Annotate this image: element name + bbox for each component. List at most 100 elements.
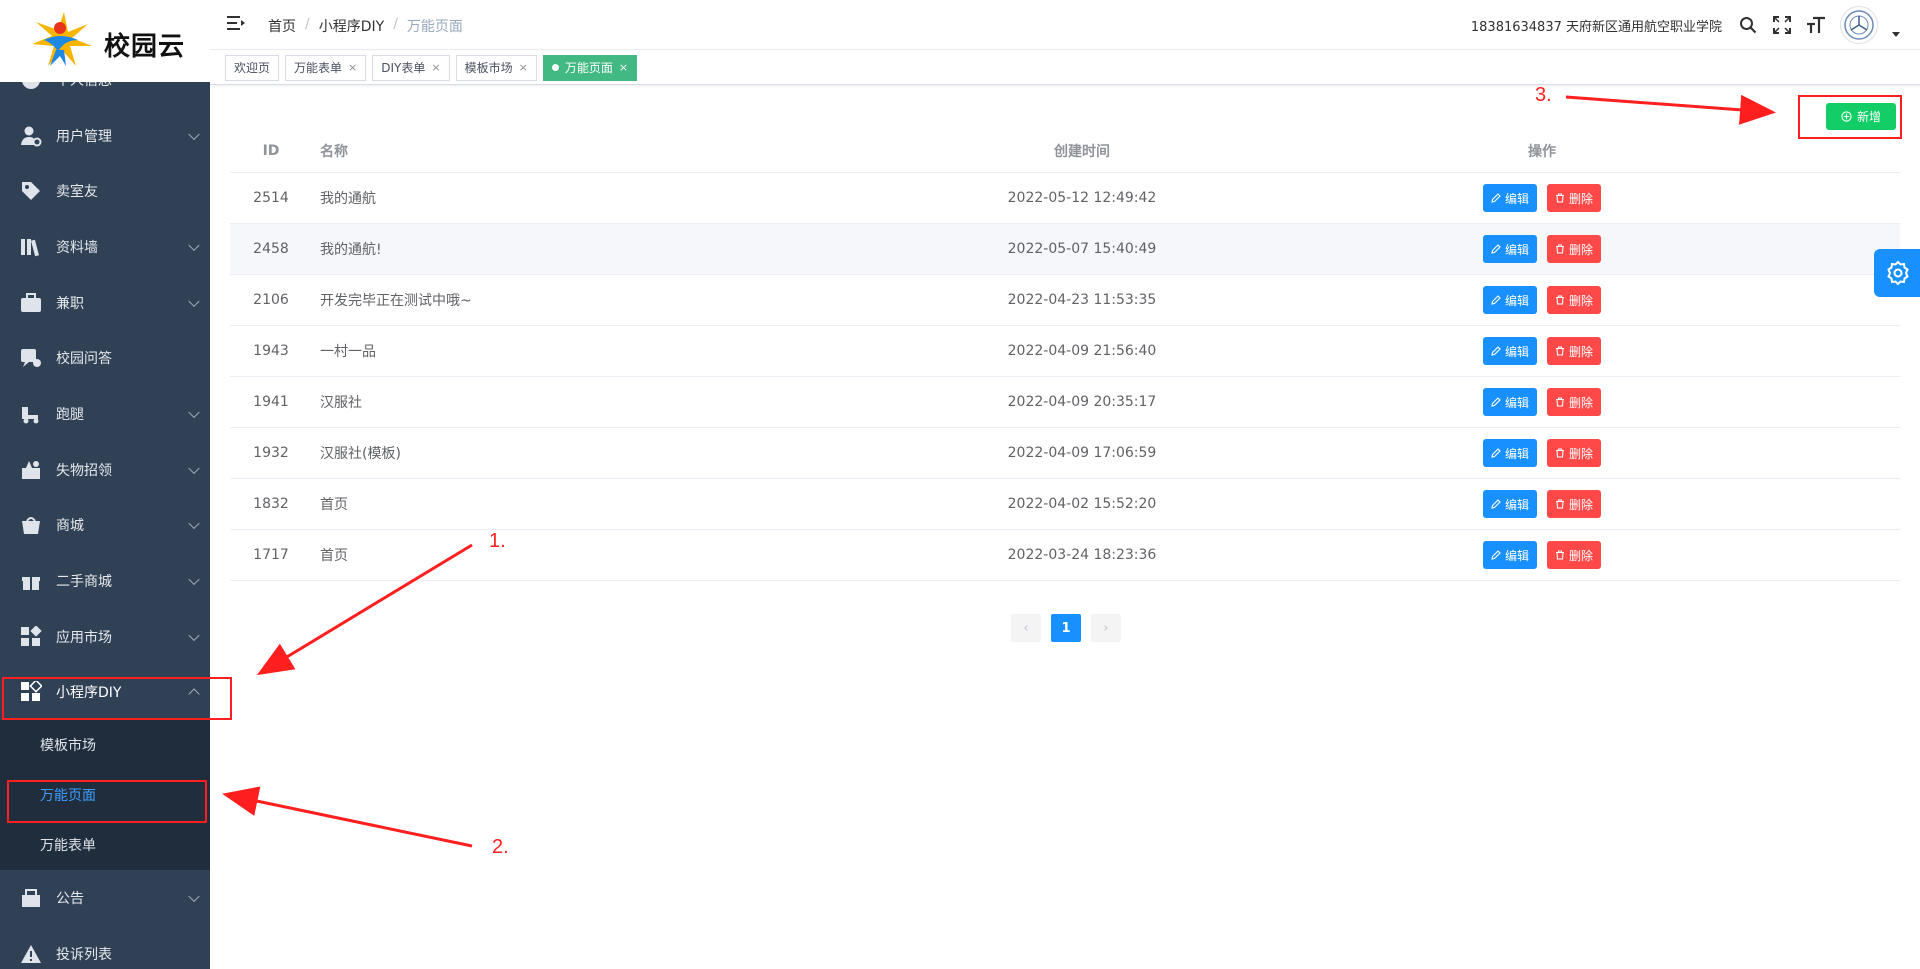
sidebar-subitem-template-market[interactable]: 模板市场 bbox=[0, 720, 210, 770]
edit-icon bbox=[1491, 193, 1501, 203]
logo-area: 校园云 bbox=[0, 0, 210, 82]
cell-actions: 编辑 删除 bbox=[1292, 286, 1792, 314]
tag-label: 万能页面 bbox=[564, 61, 613, 75]
cell-id: 1717 bbox=[253, 547, 289, 563]
avatar[interactable] bbox=[1840, 6, 1878, 44]
cell-id: 1941 bbox=[253, 394, 289, 410]
chevron-down-icon bbox=[188, 518, 200, 530]
breadcrumb-home[interactable]: 首页 bbox=[268, 16, 296, 36]
cell-actions: 编辑 删除 bbox=[1292, 541, 1792, 569]
delete-button[interactable]: 删除 bbox=[1547, 490, 1602, 518]
edit-label: 编辑 bbox=[1504, 344, 1529, 359]
tag-template-market[interactable]: 模板市场 × bbox=[455, 54, 537, 81]
sidebar-item-app-market[interactable]: 应用市场 bbox=[0, 609, 210, 665]
sidebar-item-materials[interactable]: 资料墙 bbox=[0, 219, 210, 275]
close-icon[interactable]: × bbox=[431, 61, 440, 74]
cell-actions: 编辑 删除 bbox=[1292, 490, 1792, 518]
sidebar-item-lost-found[interactable]: 失物招领 bbox=[0, 442, 210, 498]
delete-label: 删除 bbox=[1569, 497, 1594, 512]
breadcrumb-separator: / bbox=[393, 16, 398, 32]
sidebar-item-label: 小程序DIY bbox=[56, 685, 122, 702]
sidebar-item-shop[interactable]: 商城 bbox=[0, 498, 210, 554]
cell-time: 2022-04-23 11:53:35 bbox=[1007, 292, 1157, 308]
edit-icon bbox=[1491, 397, 1501, 407]
tag-universal-page[interactable]: 万能页面 × bbox=[542, 54, 638, 81]
chevron-down-icon bbox=[188, 629, 200, 641]
cell-time: 2022-04-09 17:06:59 bbox=[1007, 445, 1157, 461]
edit-button[interactable]: 编辑 bbox=[1482, 490, 1537, 518]
delete-button[interactable]: 删除 bbox=[1547, 388, 1602, 416]
edit-label: 编辑 bbox=[1504, 497, 1529, 512]
sidebar-item-parttime[interactable]: 兼职 bbox=[0, 275, 210, 331]
pagination: ‹ 1 › bbox=[1011, 614, 1121, 642]
top-header: 首页 / 小程序DIY / 万能页面 18381634837 天府新区通用航空职… bbox=[210, 0, 1920, 50]
sidebar-item-errand[interactable]: 跑腿 bbox=[0, 386, 210, 442]
cell-time: 2022-04-02 15:52:20 bbox=[1007, 496, 1157, 512]
sidebar-item-label: 卖室友 bbox=[56, 184, 98, 201]
chevron-down-icon bbox=[188, 295, 200, 307]
table-row: 1943 一村一品 2022-04-09 21:56:40 编辑 删除 bbox=[230, 326, 1900, 377]
delete-button[interactable]: 删除 bbox=[1547, 541, 1602, 569]
table-row: 1832 首页 2022-04-02 15:52:20 编辑 删除 bbox=[230, 479, 1900, 530]
sidebar-subitem-universal-form[interactable]: 万能表单 bbox=[0, 820, 210, 870]
sidebar-item-complaints[interactable]: 投诉列表 bbox=[0, 926, 210, 969]
sidebar-item-notice[interactable]: 公告 bbox=[0, 870, 210, 926]
page-number-button[interactable]: 1 bbox=[1051, 614, 1081, 642]
sidebar-subitem-universal-page[interactable]: 万能页面 bbox=[0, 770, 210, 820]
prev-page-button[interactable]: ‹ bbox=[1011, 614, 1041, 642]
sidebar-item-roommate[interactable]: 卖室友 bbox=[0, 163, 210, 219]
next-page-button[interactable]: › bbox=[1091, 614, 1121, 642]
cell-id: 2514 bbox=[253, 190, 289, 206]
chevron-down-icon bbox=[188, 573, 200, 586]
annotation-label-3: 3. bbox=[1535, 84, 1552, 106]
close-icon[interactable]: × bbox=[619, 61, 628, 74]
cell-name: 一村一品 bbox=[320, 344, 376, 360]
delete-button[interactable]: 删除 bbox=[1547, 286, 1602, 314]
search-icon[interactable] bbox=[1738, 15, 1758, 35]
books-icon bbox=[20, 236, 42, 258]
settings-button[interactable] bbox=[1874, 249, 1920, 297]
sidebar-item-label: 投诉列表 bbox=[56, 946, 112, 963]
edit-icon bbox=[1491, 295, 1501, 305]
delete-label: 删除 bbox=[1569, 191, 1594, 206]
delete-button[interactable]: 删除 bbox=[1547, 337, 1602, 365]
delete-button[interactable]: 删除 bbox=[1547, 184, 1602, 212]
breadcrumb-diy[interactable]: 小程序DIY bbox=[319, 16, 384, 36]
sidebar-item-user-management[interactable]: 用户管理 bbox=[0, 108, 210, 164]
edit-label: 编辑 bbox=[1504, 395, 1529, 410]
hamburger-icon[interactable] bbox=[227, 15, 245, 31]
add-button[interactable]: 新增 bbox=[1826, 103, 1896, 130]
sidebar-item-label: 二手商城 bbox=[56, 574, 112, 591]
sidebar-menu: 个人信息 用户管理 卖室友 资料墙 兼职 校园问答 跑腿 bbox=[0, 52, 210, 969]
edit-button[interactable]: 编辑 bbox=[1482, 337, 1537, 365]
edit-button[interactable]: 编辑 bbox=[1482, 235, 1537, 263]
sidebar-item-qa[interactable]: 校园问答 bbox=[0, 330, 210, 386]
close-icon[interactable]: × bbox=[348, 61, 357, 74]
tag-diy-form[interactable]: DIY表单 × bbox=[372, 54, 450, 81]
sidebar-item-label: 校园问答 bbox=[56, 351, 112, 368]
apps-grid-icon bbox=[20, 625, 42, 648]
trash-icon bbox=[1556, 448, 1564, 458]
edit-label: 编辑 bbox=[1504, 293, 1529, 308]
fullscreen-icon[interactable] bbox=[1772, 15, 1792, 35]
add-button-label: 新增 bbox=[1856, 110, 1881, 124]
delete-button[interactable]: 删除 bbox=[1547, 439, 1602, 467]
caret-down-icon[interactable] bbox=[1892, 31, 1900, 37]
edit-button[interactable]: 编辑 bbox=[1482, 184, 1537, 212]
sidebar-item-miniprogram-diy[interactable]: 小程序DIY bbox=[0, 665, 210, 721]
col-id-header: ID bbox=[262, 143, 280, 159]
trash-icon bbox=[1556, 499, 1564, 509]
edit-button[interactable]: 编辑 bbox=[1482, 388, 1537, 416]
edit-button[interactable]: 编辑 bbox=[1482, 439, 1537, 467]
delete-button[interactable]: 删除 bbox=[1547, 235, 1602, 263]
close-icon[interactable]: × bbox=[519, 61, 528, 74]
font-size-icon[interactable] bbox=[1806, 15, 1826, 35]
edit-button[interactable]: 编辑 bbox=[1482, 541, 1537, 569]
notice-icon bbox=[20, 887, 42, 909]
sidebar-item-label: 应用市场 bbox=[56, 629, 112, 646]
tag-universal-form[interactable]: 万能表单 × bbox=[285, 54, 367, 81]
edit-button[interactable]: 编辑 bbox=[1482, 286, 1537, 314]
sidebar-item-secondhand[interactable]: 二手商城 bbox=[0, 553, 210, 609]
tag-welcome[interactable]: 欢迎页 bbox=[225, 54, 280, 81]
cell-time: 2022-05-07 15:40:49 bbox=[1007, 241, 1157, 257]
